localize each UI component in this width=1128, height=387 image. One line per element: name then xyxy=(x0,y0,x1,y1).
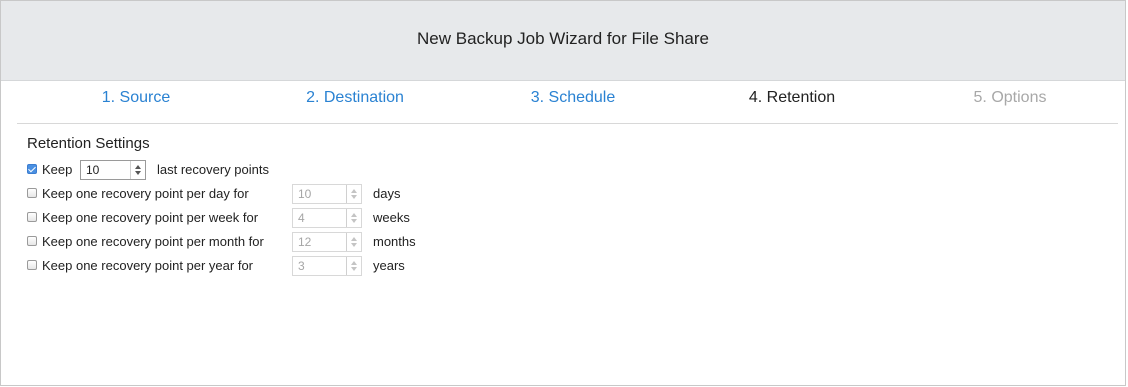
wizard-window: New Backup Job Wizard for File Share 1. … xyxy=(0,0,1126,386)
per-week-label: Keep one recovery point per week for xyxy=(42,210,259,225)
chevron-up-icon[interactable] xyxy=(351,213,357,217)
chevron-up-icon[interactable] xyxy=(351,237,357,241)
stepper-arrows[interactable] xyxy=(130,161,145,179)
keep-last-checkbox[interactable] xyxy=(27,164,37,174)
chevron-down-icon[interactable] xyxy=(135,171,141,175)
per-week-stepper[interactable]: 4 xyxy=(292,208,362,228)
per-week-suffix: weeks xyxy=(373,210,410,225)
per-day-row: Keep one recovery point per day for 10 d… xyxy=(27,182,400,206)
chevron-down-icon[interactable] xyxy=(351,195,357,199)
step-retention: 4. Retention xyxy=(748,89,836,106)
stepper-arrows[interactable] xyxy=(346,257,361,275)
stepper-arrows[interactable] xyxy=(346,233,361,251)
wizard-title-bar: New Backup Job Wizard for File Share xyxy=(1,1,1125,81)
per-year-stepper[interactable]: 3 xyxy=(292,256,362,276)
chevron-down-icon[interactable] xyxy=(351,267,357,271)
keep-last-stepper[interactable]: 10 xyxy=(80,160,146,180)
per-year-label: Keep one recovery point per year for xyxy=(42,258,254,273)
section-title: Retention Settings xyxy=(27,135,150,152)
per-day-value[interactable]: 10 xyxy=(293,187,346,201)
per-month-label: Keep one recovery point per month for xyxy=(42,234,264,249)
per-day-stepper[interactable]: 10 xyxy=(292,184,362,204)
stepper-arrows[interactable] xyxy=(346,185,361,203)
wizard-title: New Backup Job Wizard for File Share xyxy=(417,28,709,48)
per-week-checkbox[interactable] xyxy=(27,212,37,222)
retention-settings-panel: Retention Settings Keep 10 last recovery… xyxy=(27,135,416,278)
chevron-down-icon[interactable] xyxy=(351,243,357,247)
per-month-stepper[interactable]: 12 xyxy=(292,232,362,252)
per-month-row: Keep one recovery point per month for 12… xyxy=(27,230,416,254)
per-day-checkbox[interactable] xyxy=(27,188,37,198)
per-month-value[interactable]: 12 xyxy=(293,235,346,249)
chevron-up-icon[interactable] xyxy=(135,165,141,169)
chevron-down-icon[interactable] xyxy=(351,219,357,223)
per-week-row: Keep one recovery point per week for 4 w… xyxy=(27,206,410,230)
keep-last-suffix: last recovery points xyxy=(157,162,269,177)
per-year-value[interactable]: 3 xyxy=(293,259,346,273)
chevron-up-icon[interactable] xyxy=(351,261,357,265)
per-year-row: Keep one recovery point per year for 3 y… xyxy=(27,254,405,278)
per-month-checkbox[interactable] xyxy=(27,236,37,246)
per-year-checkbox[interactable] xyxy=(27,260,37,270)
step-schedule[interactable]: 3. Schedule xyxy=(531,89,616,107)
step-destination[interactable]: 2. Destination xyxy=(306,89,404,107)
per-year-suffix: years xyxy=(373,258,405,273)
wizard-steps-nav: 1. Source 2. Destination 3. Schedule 4. … xyxy=(17,81,1118,124)
stepper-arrows[interactable] xyxy=(346,209,361,227)
per-week-value[interactable]: 4 xyxy=(293,211,346,225)
chevron-up-icon[interactable] xyxy=(351,189,357,193)
step-options: 5. Options xyxy=(973,89,1047,106)
per-month-suffix: months xyxy=(373,234,416,249)
per-day-label: Keep one recovery point per day for xyxy=(42,186,249,201)
keep-last-value[interactable]: 10 xyxy=(81,163,130,177)
per-day-suffix: days xyxy=(373,186,401,201)
step-source[interactable]: 1. Source xyxy=(102,89,170,107)
keep-last-row: Keep 10 last recovery points xyxy=(27,158,269,182)
keep-last-label: Keep xyxy=(42,162,73,177)
